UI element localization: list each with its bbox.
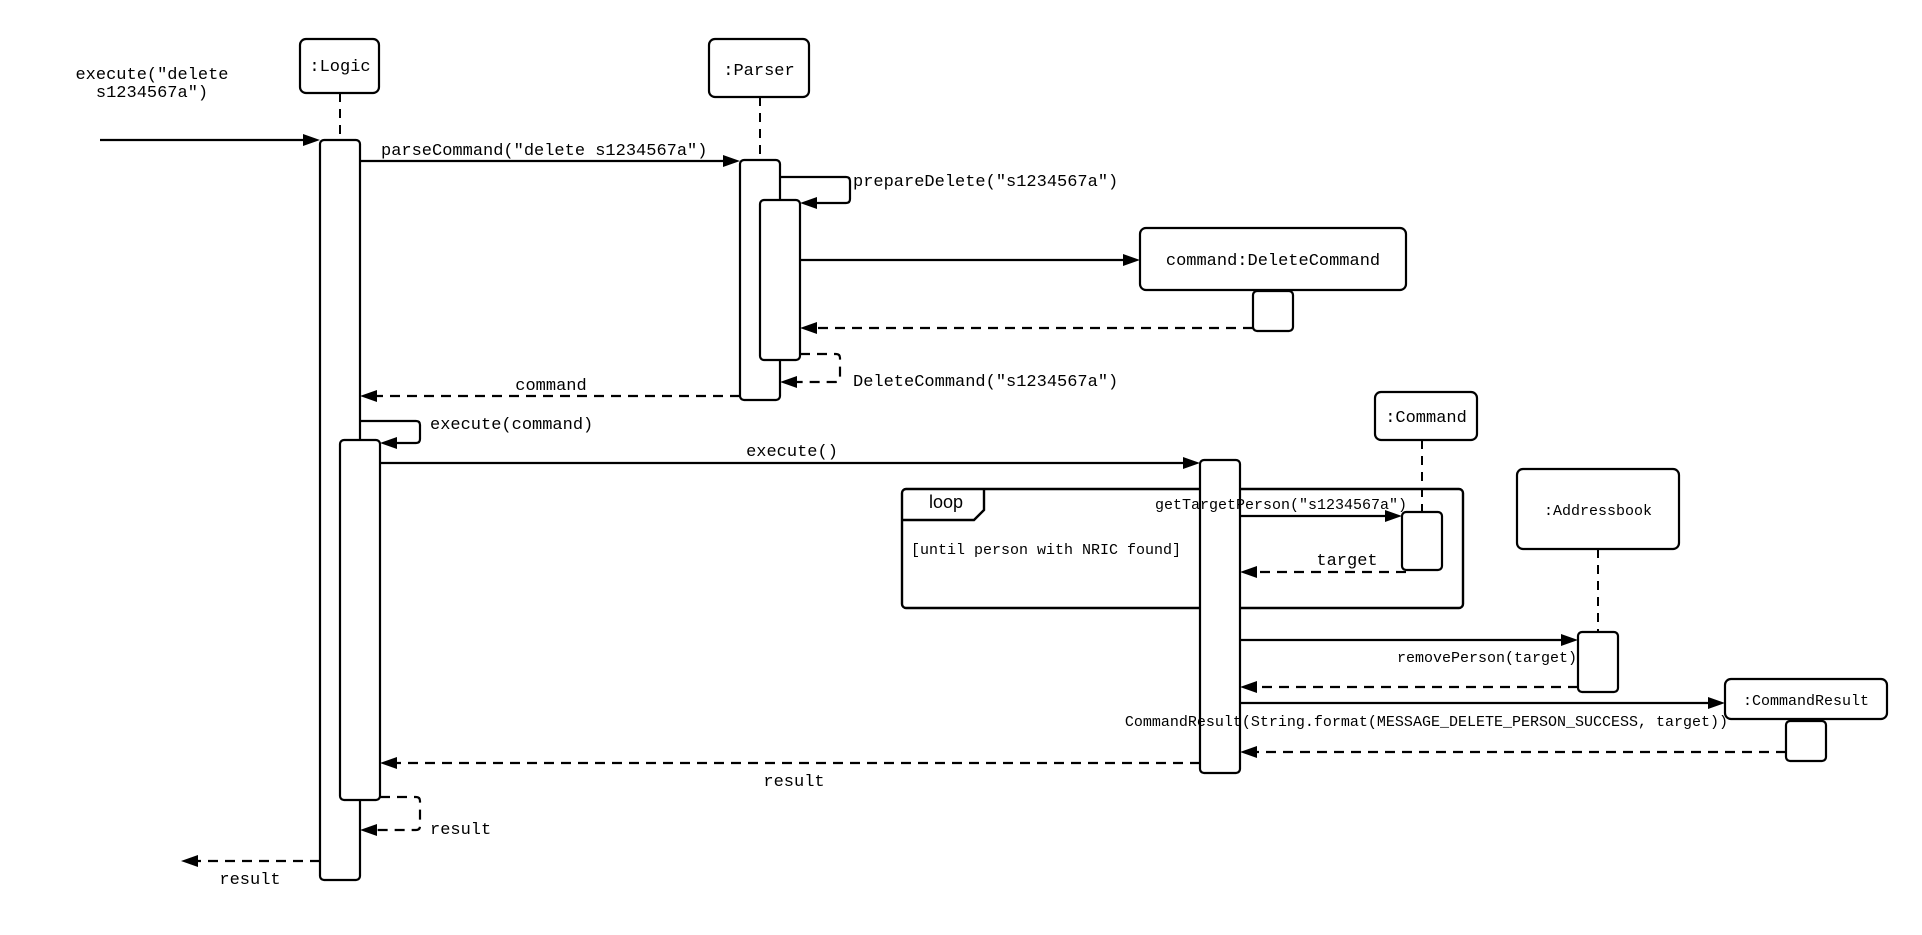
participant-logic: :Logic [298,37,381,95]
loop-guard: [until person with NRIC found] [911,542,1181,559]
message-delete-command-ctor: DeleteCommand("s1234567a") [780,352,1118,392]
message-delete-command-ctor-label: DeleteCommand("s1234567a") [853,373,1118,392]
activation-delete-command [1251,289,1295,333]
message-return-result-execute-label: result [763,773,824,792]
activation-addressbook [1576,630,1620,694]
message-return-delete-command [800,322,1253,334]
participant-parser: :Parser [707,37,811,99]
arrowhead-icon [1123,254,1140,266]
participant-parser-label: :Parser [723,62,794,81]
participant-command-result: :CommandResult [1723,677,1889,721]
participant-command-label: :Command [1385,409,1467,428]
message-return-result-final-label: result [219,871,280,890]
arrowhead-icon [360,824,377,836]
arrowhead-icon [1240,746,1257,758]
message-remove-person-label: removePerson(target) [1397,650,1577,667]
message-parse-command: parseCommand("delete s1234567a") [360,142,740,167]
message-return-result-self-label: result [430,821,491,840]
activation-parser-prepare-delete [758,198,802,362]
message-remove-person: removePerson(target) [1240,634,1578,667]
message-get-target-person: getTargetPerson("s1234567a") [1155,497,1407,522]
participant-addressbook: :Addressbook [1515,467,1681,551]
message-execute: execute() [380,443,1200,469]
arrowhead-icon [1708,697,1725,709]
arrowhead-icon [380,757,397,769]
arrowhead-icon [360,390,377,402]
message-return-addressbook [1240,681,1578,693]
participant-addressbook-label: :Addressbook [1544,503,1652,520]
participant-logic-label: :Logic [309,58,370,77]
message-execute-command-label: execute(command) [430,416,593,435]
arrowhead-icon [303,134,320,146]
participant-command: :Command [1373,390,1479,442]
sequence-diagram: :Logic :Parser command:DeleteCommand :Co… [75,37,1889,890]
message-entry-execute: execute("delete s1234567a") [75,66,320,146]
message-create-delete-command [800,254,1140,266]
participant-delete-command: command:DeleteCommand [1138,226,1408,292]
message-prepare-delete-label: prepareDelete("s1234567a") [853,173,1118,192]
message-return-command-label: command [515,377,586,396]
arrowhead-icon [723,155,740,167]
message-return-result-execute: result [380,757,1200,792]
message-return-result-self: result [360,795,491,840]
arrowhead-icon [380,437,397,449]
message-execute-label: execute() [746,443,838,462]
arrowhead-icon [181,855,198,867]
activation-command-result [1784,719,1828,763]
arrowhead-icon [1240,566,1257,578]
arrowhead-icon [800,197,817,209]
participant-command-result-label: :CommandResult [1743,693,1869,710]
message-entry-label-line2: s1234567a") [96,84,208,103]
message-return-command: command [360,377,740,402]
arrowhead-icon [800,322,817,334]
arrowhead-icon [1561,634,1578,646]
message-return-result-final: result [181,855,320,890]
message-return-target-label: target [1316,552,1377,571]
activation-logic-execute-command [338,438,382,802]
message-parse-command-label: parseCommand("delete s1234567a") [381,142,707,161]
activation-command-get-target [1400,510,1444,572]
message-command-result-ctor-label: CommandResult(String.format(MESSAGE_DELE… [1125,714,1728,731]
arrowhead-icon [1183,457,1200,469]
arrowhead-icon [1240,681,1257,693]
message-return-target: target [1240,552,1406,578]
message-prepare-delete: prepareDelete("s1234567a") [780,173,1118,209]
message-entry-label-line1: execute("delete [75,66,228,85]
arrowhead-icon [780,376,797,388]
message-return-command-result [1240,746,1786,758]
message-get-target-person-label: getTargetPerson("s1234567a") [1155,497,1407,514]
loop-label: loop [929,492,963,512]
message-execute-command: execute(command) [360,416,593,449]
participant-delete-command-label: command:DeleteCommand [1166,252,1380,271]
